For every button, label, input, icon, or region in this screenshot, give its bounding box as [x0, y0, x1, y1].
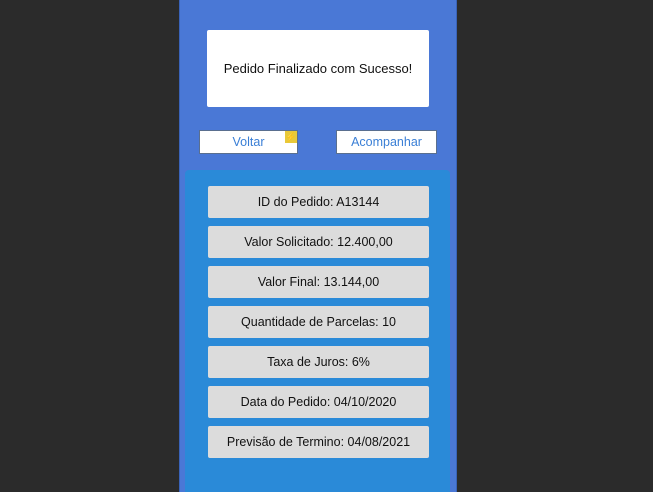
back-button[interactable]: Voltar ⚡: [199, 130, 298, 154]
order-date-row: Data do Pedido: 04/10/2020: [208, 386, 429, 418]
installments-text: Quantidade de Parcelas: 10: [241, 315, 396, 329]
final-amount-text: Valor Final: 13.144,00: [257, 275, 380, 289]
track-order-button-label: Acompanhar: [351, 135, 422, 149]
expected-end-date-row: Previsão de Termino: 04/08/2021: [208, 426, 429, 458]
order-id-text: ID do Pedido: A13144: [257, 195, 380, 209]
success-message-box: Pedido Finalizado com Sucesso!: [207, 30, 429, 107]
interest-rate-row: Taxa de Juros: 6%: [208, 346, 429, 378]
installments-row: Quantidade de Parcelas: 10: [208, 306, 429, 338]
back-button-label: Voltar: [232, 135, 265, 149]
track-order-button[interactable]: Acompanhar: [336, 130, 437, 154]
order-date-text: Data do Pedido: 04/10/2020: [240, 395, 397, 409]
final-amount-row: Valor Final: 13.144,00: [208, 266, 429, 298]
success-message: Pedido Finalizado com Sucesso!: [223, 61, 413, 76]
lightning-icon: ⚡: [285, 131, 297, 143]
order-id-row: ID do Pedido: A13144: [208, 186, 429, 218]
app-screen: Pedido Finalizado com Sucesso! Voltar ⚡ …: [179, 0, 457, 492]
expected-end-date-text: Previsão de Termino: 04/08/2021: [226, 435, 411, 449]
requested-amount-row: Valor Solicitado: 12.400,00: [208, 226, 429, 258]
requested-amount-text: Valor Solicitado: 12.400,00: [244, 235, 393, 249]
order-details-panel: ID do Pedido: A13144 Valor Solicitado: 1…: [185, 170, 450, 492]
interest-rate-text: Taxa de Juros: 6%: [267, 355, 370, 369]
